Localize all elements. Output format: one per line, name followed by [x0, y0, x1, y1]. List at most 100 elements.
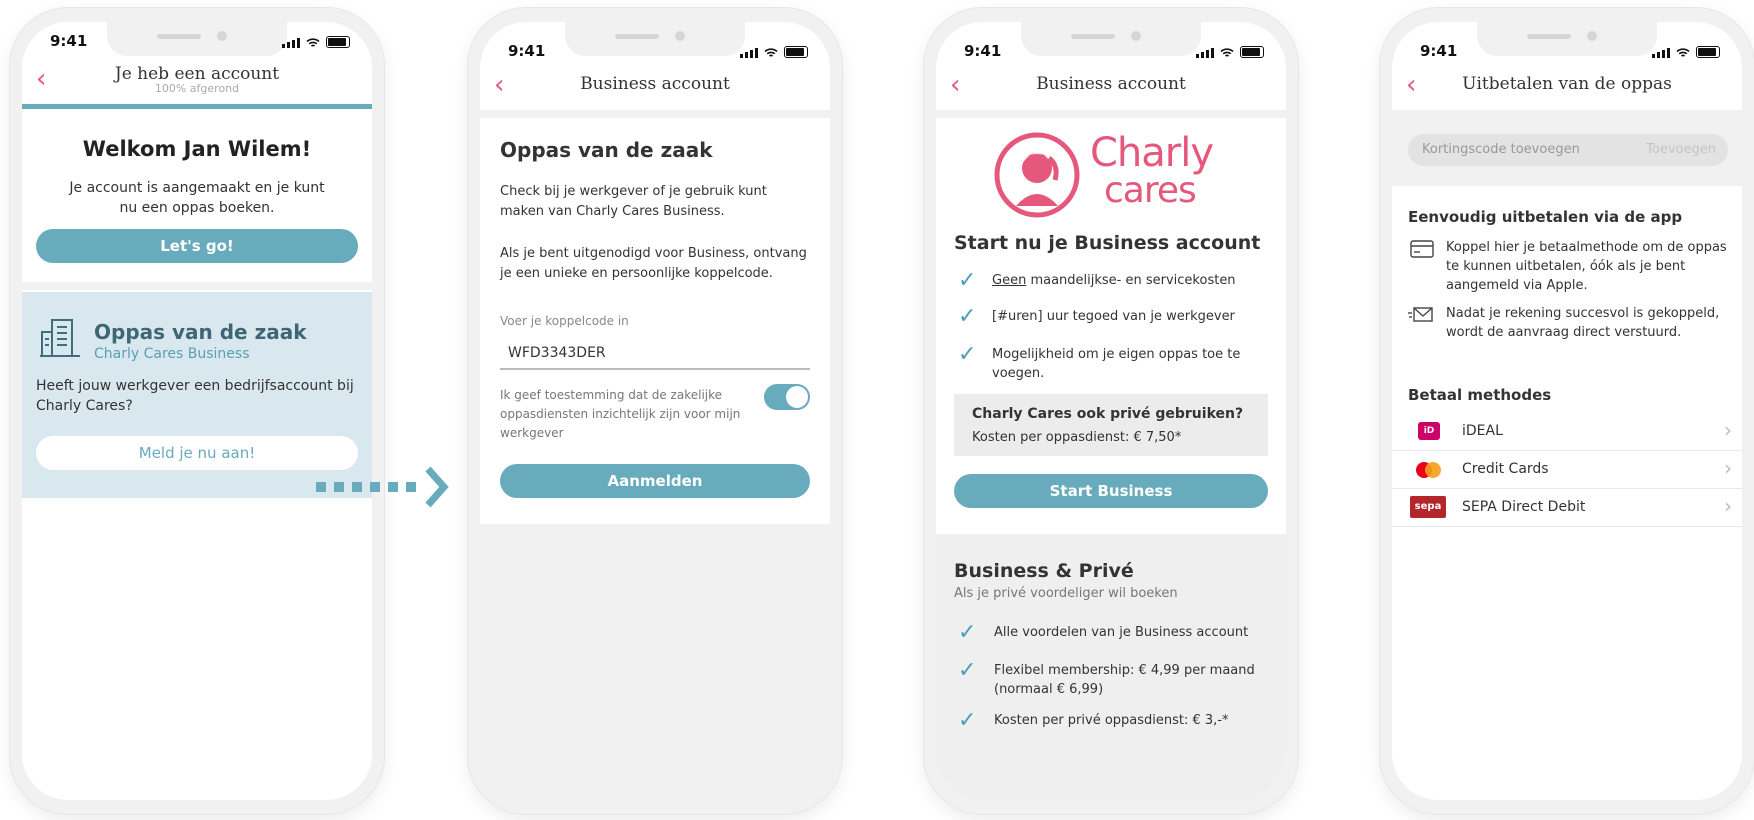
nav-title: Uitbetalen van de oppas: [1462, 74, 1672, 94]
nav-title: Business account: [1036, 74, 1186, 94]
phone-4-screen: 9:41 ‹ Uitbetalen van de oppas Kortingsc…: [1392, 22, 1742, 800]
status-time: 9:41: [964, 42, 1002, 60]
nav-title: Je heb een account: [114, 64, 280, 84]
status-icons: [740, 46, 808, 58]
discount-input[interactable]: Kortingscode toevoegen Toevoegen: [1408, 134, 1728, 166]
heading: Oppas van de zaak: [500, 138, 713, 162]
progress-bar: [22, 104, 372, 109]
aanmelden-button[interactable]: Aanmelden: [500, 464, 810, 498]
bp-benefit-item: ✓ Kosten per privé oppasdienst: € 3,-*: [958, 708, 1272, 746]
status-icons: [282, 36, 350, 48]
nav-title: Business account: [580, 74, 730, 94]
battery-icon: [784, 46, 808, 58]
bp-benefit-item: ✓ Alle voordelen van je Business account: [958, 620, 1272, 658]
navbar: ‹ Business account: [480, 64, 830, 110]
start-title: Start nu je Business account: [954, 232, 1261, 254]
bp-benefit-item: ✓ Flexibel membership: € 4,99 per maand …: [958, 658, 1272, 708]
bp-benefit-text: Kosten per privé oppasdienst: € 3,-*: [994, 713, 1229, 728]
payment-method-row-ideal[interactable]: iD iDEAL ›: [1392, 412, 1742, 451]
check-icon: ✓: [958, 620, 977, 645]
charly-cares-logo: Charly cares: [992, 126, 1228, 222]
phone-3: 9:41 ‹ Business account Charly cares Sta…: [924, 8, 1298, 814]
koppelcode-input[interactable]: WFD3343DER: [500, 338, 810, 370]
business-text: Heeft jouw werkgever een bedrijfsaccount…: [36, 378, 354, 414]
benefit-list: ✓ Geen maandelijkse- en servicekosten ✓ …: [958, 268, 1272, 390]
koppelcode-label: Voer je koppelcode in: [500, 314, 629, 328]
back-chevron-icon[interactable]: ‹: [950, 72, 960, 98]
charly-cares-logo-icon: [994, 132, 1080, 218]
discount-add-button[interactable]: Toevoegen: [1646, 142, 1716, 157]
chevron-right-icon: ›: [1724, 456, 1732, 480]
info-text-1: Koppel hier je betaalmethode om de oppas…: [1446, 240, 1727, 293]
bp-benefit-list: ✓ Alle voordelen van je Business account…: [958, 620, 1272, 746]
paragraph-2: Als je bent uitgenodigd voor Business, o…: [500, 246, 807, 281]
bp-title: Business & Privé: [954, 560, 1134, 582]
phone-1: 9:41 ‹ Je heb een account 100% afgerond …: [10, 8, 384, 814]
bp-benefit-text: Flexibel membership: € 4,99 per maand (n…: [994, 663, 1255, 697]
benefit-text: Geen maandelijkse- en servicekosten: [958, 268, 1272, 290]
start-business-button[interactable]: Start Business: [954, 474, 1268, 508]
credit-card-icon: [1410, 240, 1434, 258]
method-label: Credit Cards: [1462, 461, 1549, 477]
nav-subtitle: 100% afgerond: [154, 82, 240, 95]
info-text-2: Nadat je rekening succesvol is gekoppeld…: [1446, 306, 1720, 340]
business-title: Oppas van de zaak: [94, 320, 307, 344]
wifi-icon: [1676, 48, 1690, 57]
section1-title: Eenvoudig uitbetalen via de app: [1408, 208, 1683, 226]
method-label: iDEAL: [1462, 423, 1503, 439]
notch: [107, 22, 287, 56]
envelope-send-icon: [1408, 307, 1433, 322]
business-prive-section: Business & Privé Als je privé voordelige…: [936, 534, 1286, 800]
consent-toggle[interactable]: [764, 384, 810, 410]
divider: [936, 110, 1286, 118]
consent-text: Ik geef toestemming dat de zakelijke opp…: [500, 388, 741, 440]
benefit-item: ✓ Geen maandelijkse- en servicekosten: [958, 268, 1272, 304]
benefit-text: [#uren] uur tegoed van je werkgever: [992, 309, 1235, 324]
method-label: SEPA Direct Debit: [1462, 499, 1586, 515]
signal-icon: [282, 38, 300, 48]
payment-method-row-credit-cards[interactable]: Credit Cards ›: [1392, 450, 1742, 489]
back-chevron-icon[interactable]: ‹: [1406, 72, 1416, 98]
ideal-icon: iD: [1418, 422, 1440, 440]
phone-4: 9:41 ‹ Uitbetalen van de oppas Kortingsc…: [1380, 8, 1754, 814]
check-icon: ✓: [958, 708, 977, 733]
discount-area: Kortingscode toevoegen Toevoegen: [1392, 110, 1742, 186]
status-time: 9:41: [508, 42, 546, 60]
methods-title: Betaal methodes: [1408, 386, 1552, 404]
benefit-text: Mogelijkheid om je eigen oppas toe te vo…: [992, 347, 1241, 381]
wifi-icon: [306, 38, 320, 47]
benefit-prefix: Geen: [992, 273, 1027, 288]
check-icon: ✓: [958, 268, 977, 293]
private-box: Charly Cares ook privé gebruiken? Kosten…: [954, 394, 1268, 456]
divider: [480, 110, 830, 118]
check-icon: ✓: [958, 304, 977, 329]
battery-icon: [326, 36, 350, 48]
notch: [565, 22, 745, 56]
navbar: ‹ Business account: [936, 64, 1286, 110]
bottom-grey-area: [480, 524, 830, 800]
business-subtitle: Charly Cares Business: [94, 346, 250, 362]
lets-go-button[interactable]: Let's go!: [36, 229, 358, 263]
battery-icon: [1696, 46, 1720, 58]
phone-2: 9:41 ‹ Business account Oppas van de zaa…: [468, 8, 842, 814]
navbar: ‹ Uitbetalen van de oppas: [1392, 64, 1742, 110]
welcome-title: Welkom Jan Wilem!: [82, 137, 312, 161]
discount-placeholder: Kortingscode toevoegen: [1422, 142, 1580, 157]
benefit-item: ✓ Mogelijkheid om je eigen oppas toe te …: [958, 342, 1272, 390]
private-title: Charly Cares ook privé gebruiken?: [972, 406, 1244, 422]
check-icon: ✓: [958, 342, 977, 367]
battery-icon: [1240, 46, 1264, 58]
back-chevron-icon[interactable]: ‹: [494, 72, 504, 98]
office-building-icon: [40, 319, 80, 357]
payment-method-row-sepa[interactable]: sepa SEPA Direct Debit ›: [1392, 488, 1742, 527]
signal-icon: [740, 48, 758, 58]
flow-arrow-icon: [316, 466, 449, 508]
phone-2-screen: 9:41 ‹ Business account Oppas van de zaa…: [480, 22, 830, 800]
chevron-right-icon: ›: [1724, 494, 1732, 518]
benefit-rest: maandelijkse- en servicekosten: [1026, 273, 1236, 288]
signup-button[interactable]: Meld je nu aan!: [36, 436, 358, 470]
toggle-knob: [786, 386, 808, 408]
benefit-item: ✓ [#uren] uur tegoed van je werkgever: [958, 304, 1272, 342]
notch: [1477, 22, 1657, 56]
back-chevron-icon[interactable]: ‹: [36, 66, 46, 92]
